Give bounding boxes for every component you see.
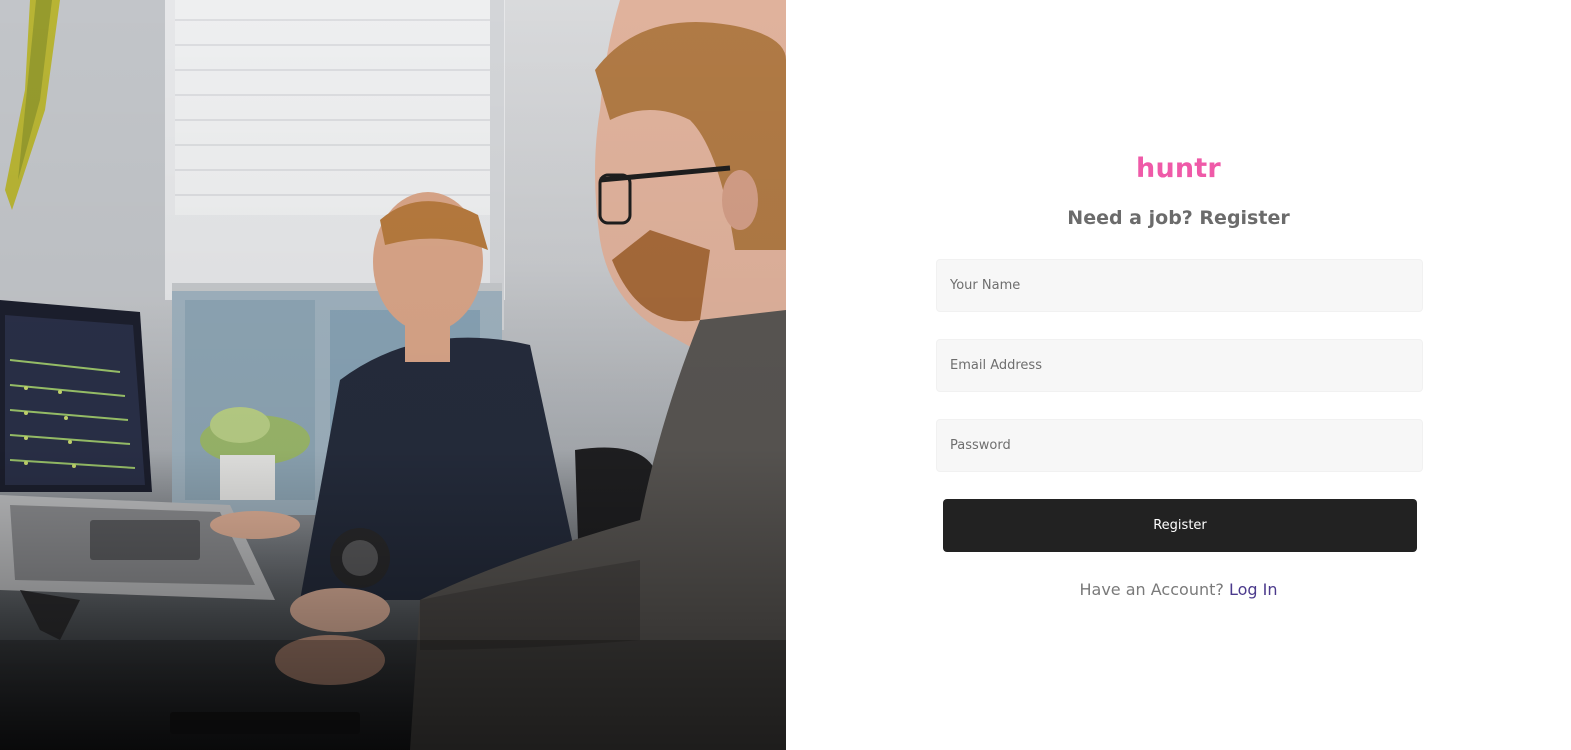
email-input[interactable] (936, 339, 1423, 392)
register-panel: huntr Need a job? Register Register Have… (786, 0, 1571, 750)
office-illustration (0, 0, 786, 750)
login-link[interactable]: Log In (1229, 580, 1278, 599)
login-prompt-text: Have an Account? (1079, 580, 1224, 599)
brand-logo: huntr (1136, 153, 1221, 184)
form-heading: Need a job? Register (1067, 207, 1290, 229)
register-button[interactable]: Register (943, 499, 1417, 552)
login-prompt: Have an Account? Log In (786, 580, 1571, 599)
register-page: huntr Need a job? Register Register Have… (0, 0, 1571, 750)
name-input[interactable] (936, 259, 1423, 312)
hero-photo (0, 0, 786, 750)
password-input[interactable] (936, 419, 1423, 472)
